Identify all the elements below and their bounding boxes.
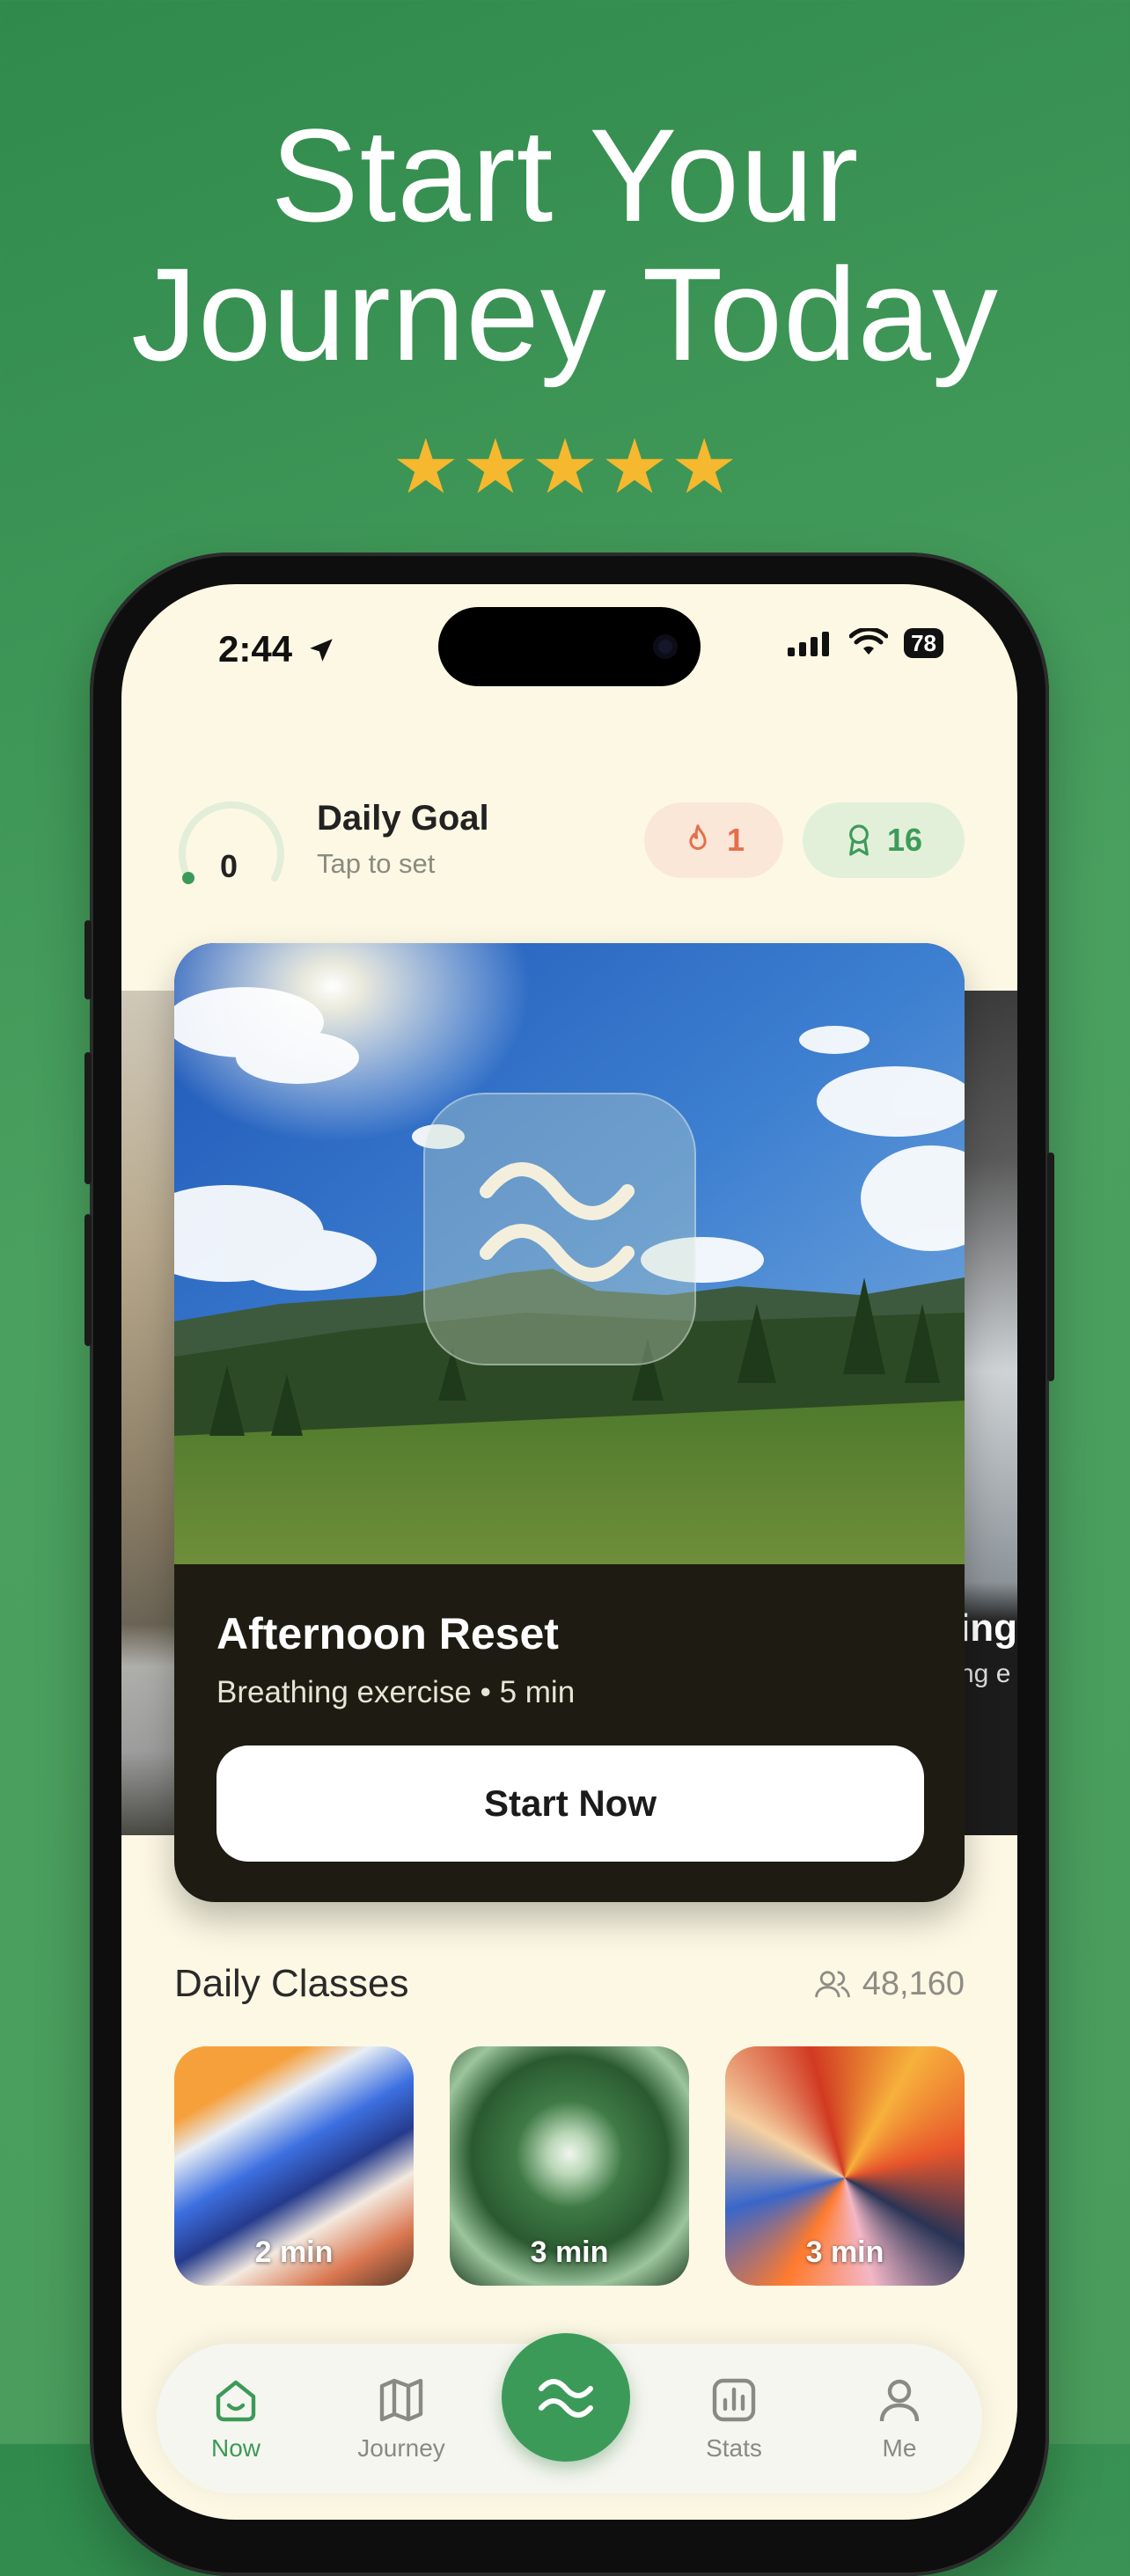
home-smile-icon [216,2380,256,2422]
phone-side-button [84,1052,92,1184]
status-icons: 78 [788,628,943,658]
rating-stars: ★★★★★ [0,429,1130,505]
headline-line-2: Journey Today [131,240,999,388]
headline: Start Your Journey Today [0,106,1130,384]
participants-count: 48,160 [814,1965,965,2003]
previous-session-card[interactable] [121,991,174,1835]
streak-badge[interactable]: 1 [644,802,783,878]
star-icon: ★ [531,425,599,509]
daily-classes-title: Daily Classes [174,1962,409,2005]
app-screen: 2:44 78 0 Daily Goal Tap to set 1 16 ing… [121,584,1017,2520]
wifi-icon [849,628,889,655]
breath-waves-icon [480,1162,635,1282]
headline-line-1: Start Your [270,101,860,249]
daily-goal-subtitle[interactable]: Tap to set [317,848,435,880]
awards-count: 16 [886,822,923,858]
award-icon [849,824,869,856]
class-card[interactable]: 3 min [725,2046,965,2286]
daily-goal-title[interactable]: Daily Goal [317,799,489,838]
start-now-button[interactable]: Start Now [216,1745,924,1862]
status-time: 2:44 [218,628,336,670]
star-icon: ★ [670,425,738,509]
next-session-card[interactable]: ing ng e [965,991,1017,1835]
class-duration: 2 min [254,2236,334,2269]
person-icon [879,2379,920,2422]
class-card[interactable]: 3 min [450,2046,689,2286]
app-logo-tile [423,1093,696,1365]
people-icon [814,1970,850,1997]
class-duration: 3 min [805,2236,884,2269]
daily-goal-value: 0 [220,848,238,884]
phone-side-button [84,920,92,999]
flame-icon [689,824,707,850]
bar-chart-icon [712,2378,756,2422]
location-arrow-icon [309,639,333,662]
featured-session-card[interactable]: Afternoon Reset Breathing exercise • 5 m… [174,943,965,1902]
tab-breathe-button[interactable] [502,2333,630,2462]
session-subtitle: Breathing exercise • 5 min [216,1675,576,1709]
breath-waves-icon [539,2379,593,2418]
session-title: Afternoon Reset [216,1609,559,1658]
phone-side-button [1047,1153,1054,1381]
tab-now[interactable]: Now [174,2375,297,2463]
battery-indicator: 78 [904,628,943,658]
star-icon: ★ [600,425,669,509]
class-duration: 3 min [530,2236,609,2269]
awards-badge[interactable]: 16 [803,802,965,878]
phone-side-button [84,1214,92,1346]
star-icon: ★ [392,425,460,509]
cellular-signal-icon [788,632,830,656]
streak-count: 1 [726,822,745,858]
tab-me[interactable]: Me [838,2375,961,2463]
star-icon: ★ [461,425,530,509]
tab-journey[interactable]: Journey [340,2375,463,2463]
camera-icon [653,634,678,659]
dynamic-island [438,607,701,686]
tab-stats[interactable]: Stats [672,2375,796,2463]
class-card[interactable]: 2 min [174,2046,414,2286]
map-icon [379,2378,423,2422]
tab-bar: Now Journey Stats Me [157,2333,982,2493]
